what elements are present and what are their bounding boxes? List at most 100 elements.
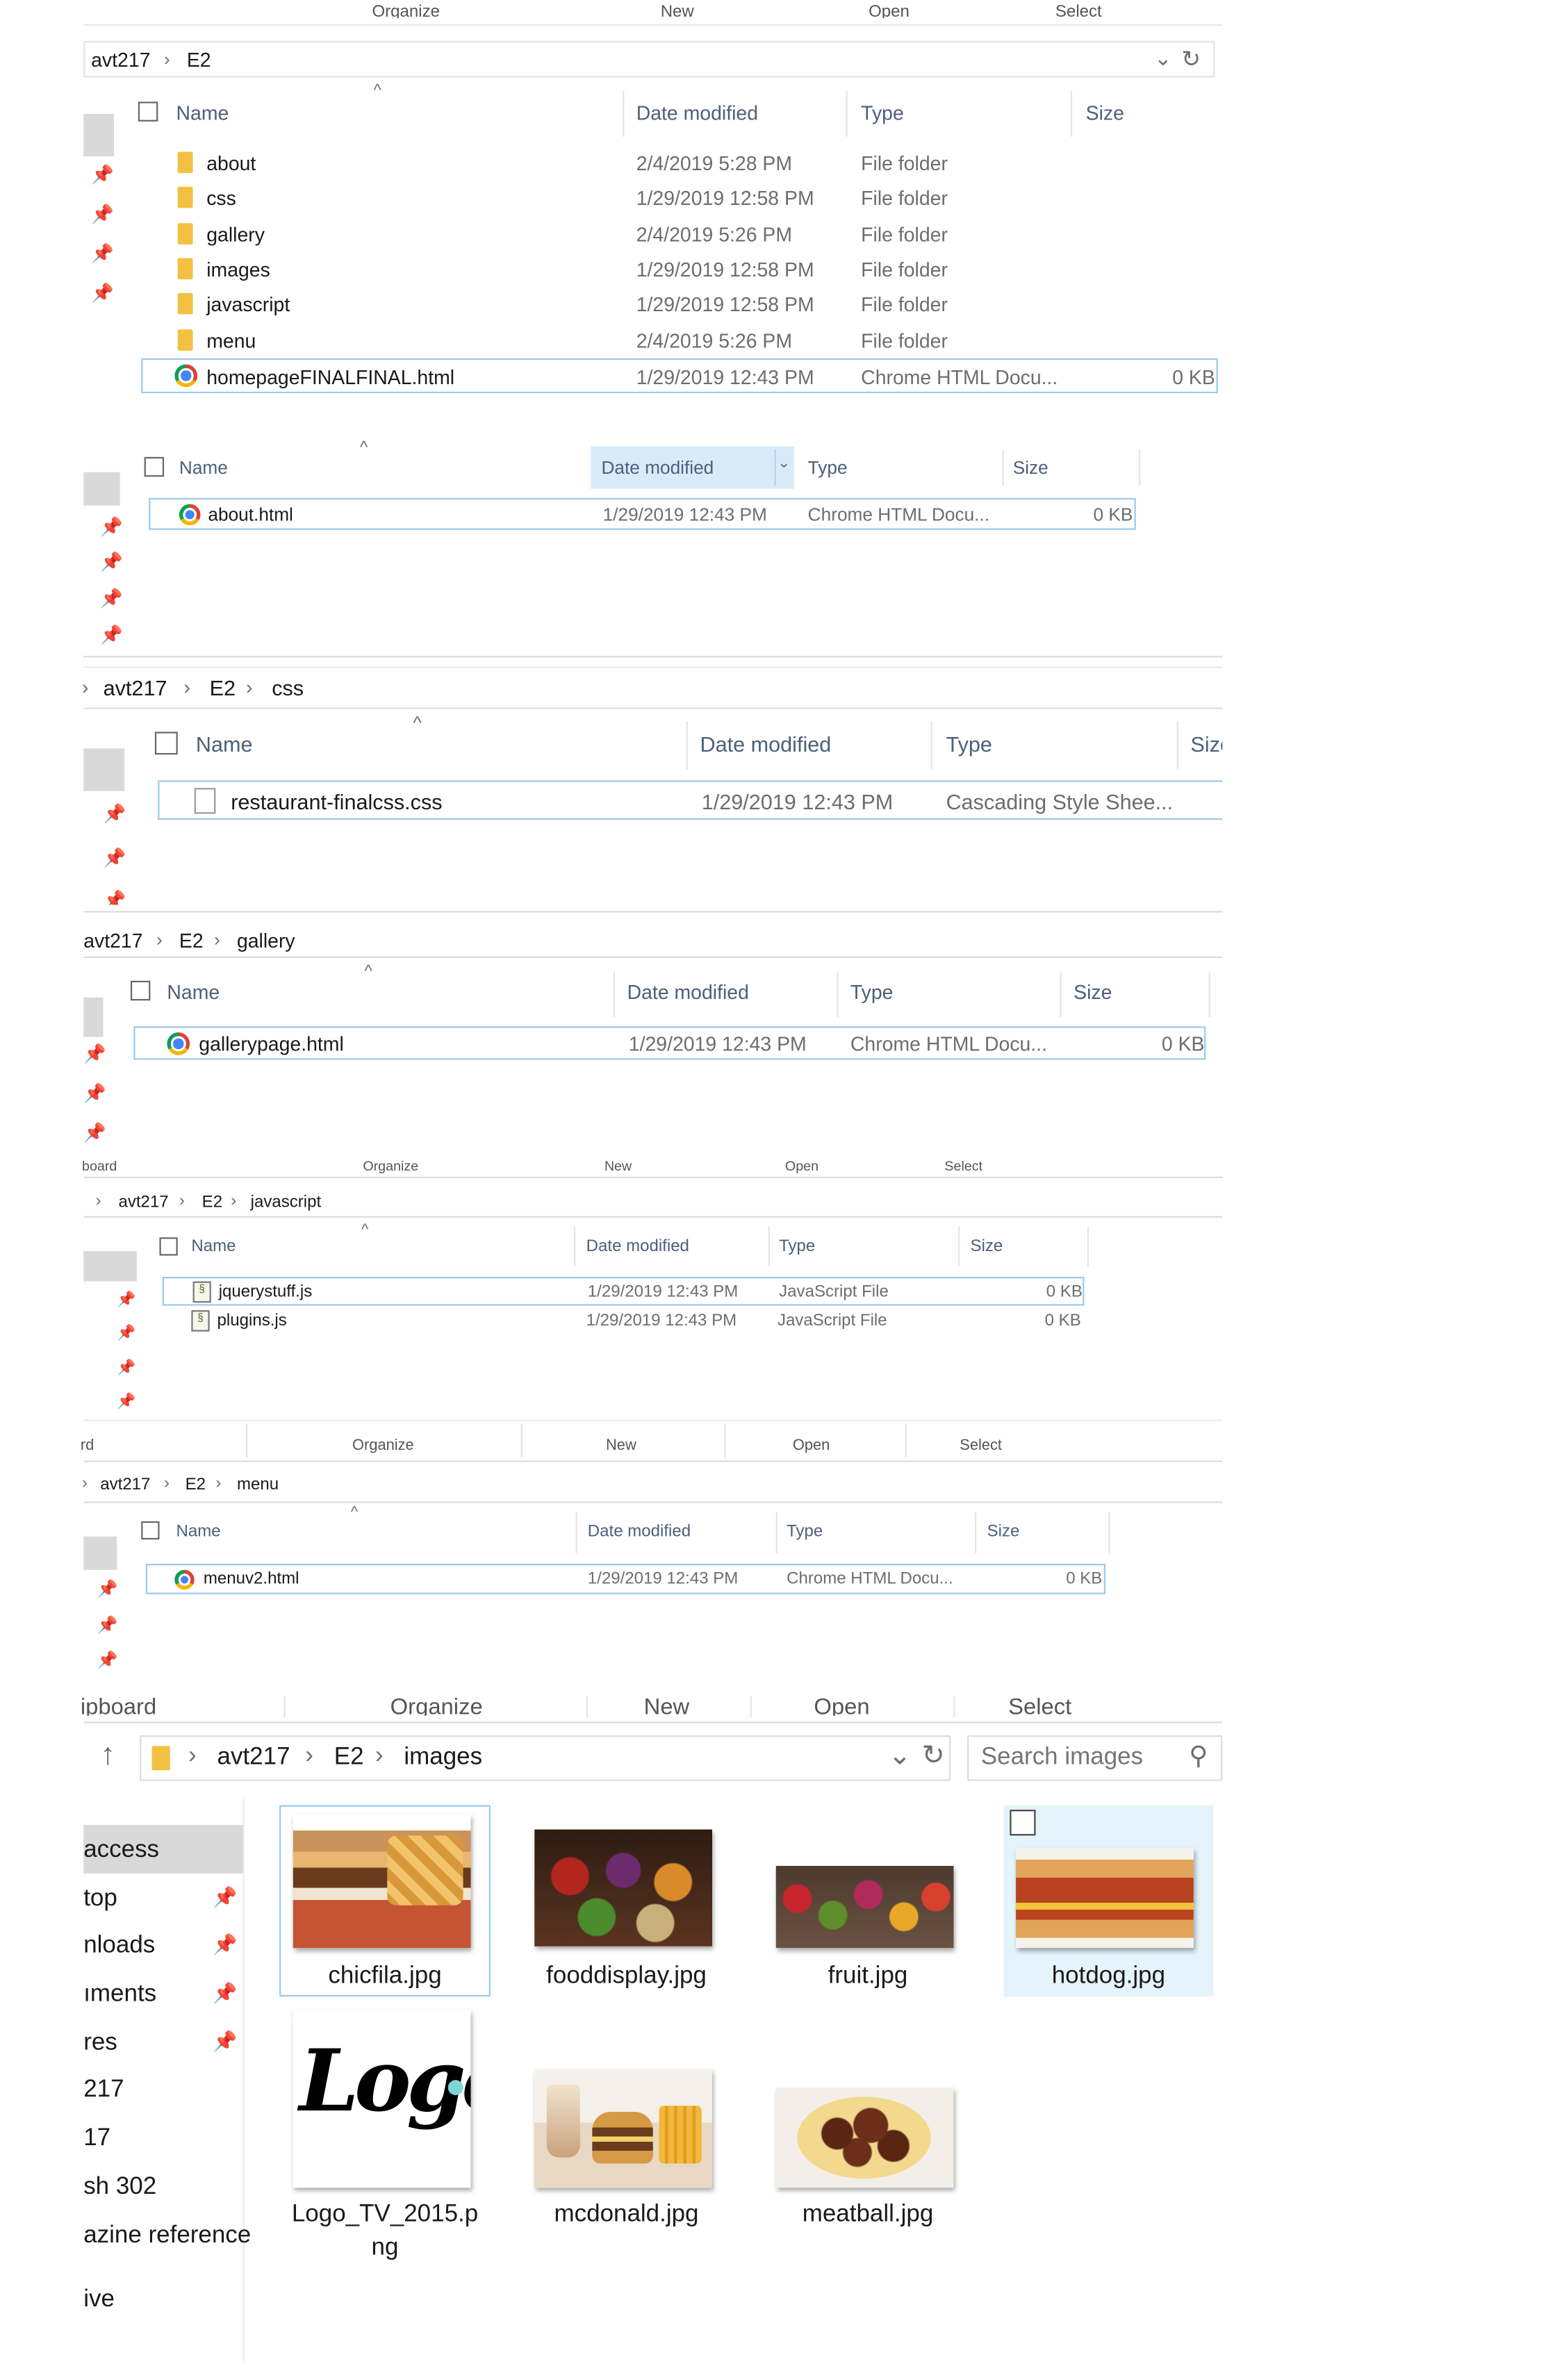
- table-row-selected[interactable]: menuv2.html 1/29/2019 12:43 PM Chrome HT…: [145, 1564, 1106, 1594]
- ribbon-open[interactable]: Open: [869, 3, 910, 18]
- ribbon-organize[interactable]: Organize: [372, 3, 440, 18]
- pin-icon[interactable]: 📌: [104, 890, 126, 905]
- chevron-down-icon[interactable]: ⌄: [778, 456, 790, 472]
- pin-icon[interactable]: 📌: [91, 164, 114, 185]
- breadcrumb-gallery[interactable]: gallery: [237, 929, 295, 952]
- column-divider[interactable]: [975, 1512, 977, 1553]
- nav-item-pictures[interactable]: res: [83, 2030, 117, 2057]
- column-name[interactable]: Name: [191, 1237, 236, 1255]
- pin-icon[interactable]: 📌: [83, 1122, 106, 1143]
- pin-icon[interactable]: 📌: [91, 243, 114, 265]
- column-name[interactable]: Name: [179, 457, 228, 479]
- ribbon-new[interactable]: New: [604, 1159, 632, 1174]
- nav-item-documents[interactable]: ıments: [83, 1981, 156, 2008]
- column-date[interactable]: Date modified: [636, 101, 758, 124]
- ribbon-select[interactable]: Select: [944, 1159, 982, 1174]
- column-divider[interactable]: [958, 1226, 960, 1266]
- pin-icon[interactable]: 📌: [117, 1292, 135, 1309]
- pin-icon[interactable]: 📌: [117, 1360, 135, 1377]
- column-name[interactable]: Name: [176, 101, 229, 124]
- nav-pane-selected[interactable]: [83, 1536, 117, 1570]
- breadcrumb-e2[interactable]: E2: [202, 1193, 222, 1212]
- ribbon-clipboard[interactable]: board: [82, 1159, 117, 1174]
- nav-item-magazine-reference[interactable]: azine reference: [83, 2223, 251, 2250]
- breadcrumb-avt217[interactable]: avt217: [217, 1744, 290, 1771]
- select-all-checkbox[interactable]: [154, 732, 178, 755]
- column-type[interactable]: Type: [808, 457, 848, 479]
- column-size[interactable]: Size: [1073, 981, 1112, 1004]
- pin-icon[interactable]: 📌: [97, 1651, 118, 1670]
- column-date[interactable]: Date modified: [588, 1523, 691, 1541]
- search-box[interactable]: ⚲: [967, 1735, 1223, 1781]
- nav-item-folder[interactable]: 17: [83, 2126, 110, 2153]
- ribbon-open[interactable]: Open: [785, 1159, 818, 1174]
- column-divider[interactable]: [837, 971, 839, 1018]
- column-divider[interactable]: [1002, 449, 1004, 486]
- column-size[interactable]: Size: [971, 1237, 1003, 1255]
- column-type[interactable]: Type: [779, 1237, 815, 1255]
- tile-checkbox[interactable]: [1010, 1810, 1036, 1836]
- nav-pane-selected[interactable]: [83, 472, 120, 506]
- column-divider[interactable]: [775, 1512, 778, 1553]
- breadcrumb-e2[interactable]: E2: [186, 1476, 206, 1494]
- pin-icon[interactable]: 📌: [117, 1394, 135, 1410]
- column-date[interactable]: Date modified: [586, 1237, 689, 1255]
- column-divider[interactable]: [623, 91, 625, 137]
- ribbon-organize[interactable]: Organize: [363, 1159, 418, 1174]
- column-name[interactable]: Name: [176, 1523, 221, 1541]
- chevron-down-icon[interactable]: ⌄: [1154, 46, 1172, 72]
- refresh-icon[interactable]: ↻: [922, 1740, 945, 1772]
- table-row-selected[interactable]: homepageFINALFINAL.html 1/29/2019 12:43 …: [141, 358, 1218, 394]
- column-type[interactable]: Type: [861, 101, 904, 124]
- ribbon-new[interactable]: New: [644, 1694, 690, 1716]
- column-divider[interactable]: [930, 721, 932, 770]
- up-arrow-icon[interactable]: ↑: [100, 1738, 115, 1773]
- column-size[interactable]: Size: [1013, 457, 1048, 479]
- nav-item-desktop[interactable]: top: [83, 1885, 117, 1912]
- pin-icon[interactable]: 📌: [213, 1933, 237, 1957]
- select-all-checkbox[interactable]: [144, 456, 165, 477]
- search-input[interactable]: [980, 1742, 1178, 1774]
- select-all-checkbox[interactable]: [138, 101, 158, 122]
- column-divider[interactable]: [1139, 449, 1141, 486]
- breadcrumb-e2[interactable]: E2: [334, 1744, 364, 1771]
- nav-item-avt217[interactable]: 217: [83, 2077, 124, 2104]
- pin-icon[interactable]: 📌: [213, 1981, 237, 2006]
- ribbon-new[interactable]: New: [606, 1438, 636, 1455]
- chevron-down-icon[interactable]: ⌄: [889, 1740, 912, 1772]
- column-divider[interactable]: [846, 91, 848, 137]
- pin-icon[interactable]: 📌: [213, 1885, 237, 1910]
- pin-icon[interactable]: 📌: [104, 803, 126, 825]
- breadcrumb-javascript[interactable]: javascript: [251, 1193, 322, 1212]
- table-row-selected[interactable]: about.html 1/29/2019 12:43 PM Chrome HTM…: [149, 497, 1136, 530]
- pin-icon[interactable]: 📌: [83, 1043, 106, 1064]
- ribbon-open[interactable]: Open: [793, 1438, 830, 1455]
- table-row-selected[interactable]: gallerypage.html 1/29/2019 12:43 PM Chro…: [133, 1026, 1206, 1060]
- breadcrumb-e2[interactable]: E2: [210, 676, 236, 700]
- ribbon-open[interactable]: Open: [814, 1694, 869, 1716]
- column-divider[interactable]: [574, 1226, 576, 1266]
- column-divider[interactable]: [1087, 1226, 1089, 1266]
- breadcrumb-avt217[interactable]: avt217: [104, 676, 167, 700]
- pin-icon[interactable]: 📌: [100, 588, 123, 609]
- pin-icon[interactable]: 📌: [83, 1082, 106, 1104]
- refresh-icon[interactable]: ↻: [1181, 46, 1200, 73]
- pin-icon[interactable]: 📌: [97, 1615, 118, 1635]
- address-bar[interactable]: [83, 41, 1215, 78]
- column-divider[interactable]: [1208, 971, 1210, 1018]
- breadcrumb-avt217[interactable]: avt217: [100, 1476, 150, 1494]
- ribbon-select[interactable]: Select: [1055, 3, 1102, 18]
- ribbon-clipboard[interactable]: ipboard: [81, 1694, 156, 1716]
- column-type[interactable]: Type: [787, 1523, 823, 1541]
- pin-icon[interactable]: 📌: [104, 848, 126, 869]
- ribbon-organize[interactable]: Organize: [352, 1438, 414, 1455]
- breadcrumb-e2[interactable]: E2: [187, 49, 211, 72]
- ribbon-new[interactable]: New: [661, 3, 694, 18]
- nav-pane-selected[interactable]: [83, 748, 125, 791]
- column-divider[interactable]: [1060, 971, 1062, 1018]
- pin-icon[interactable]: 📌: [100, 551, 123, 572]
- pin-icon[interactable]: 📌: [91, 283, 114, 304]
- breadcrumb-images[interactable]: images: [404, 1744, 482, 1771]
- column-type[interactable]: Type: [850, 981, 894, 1004]
- select-all-checkbox[interactable]: [130, 980, 151, 1001]
